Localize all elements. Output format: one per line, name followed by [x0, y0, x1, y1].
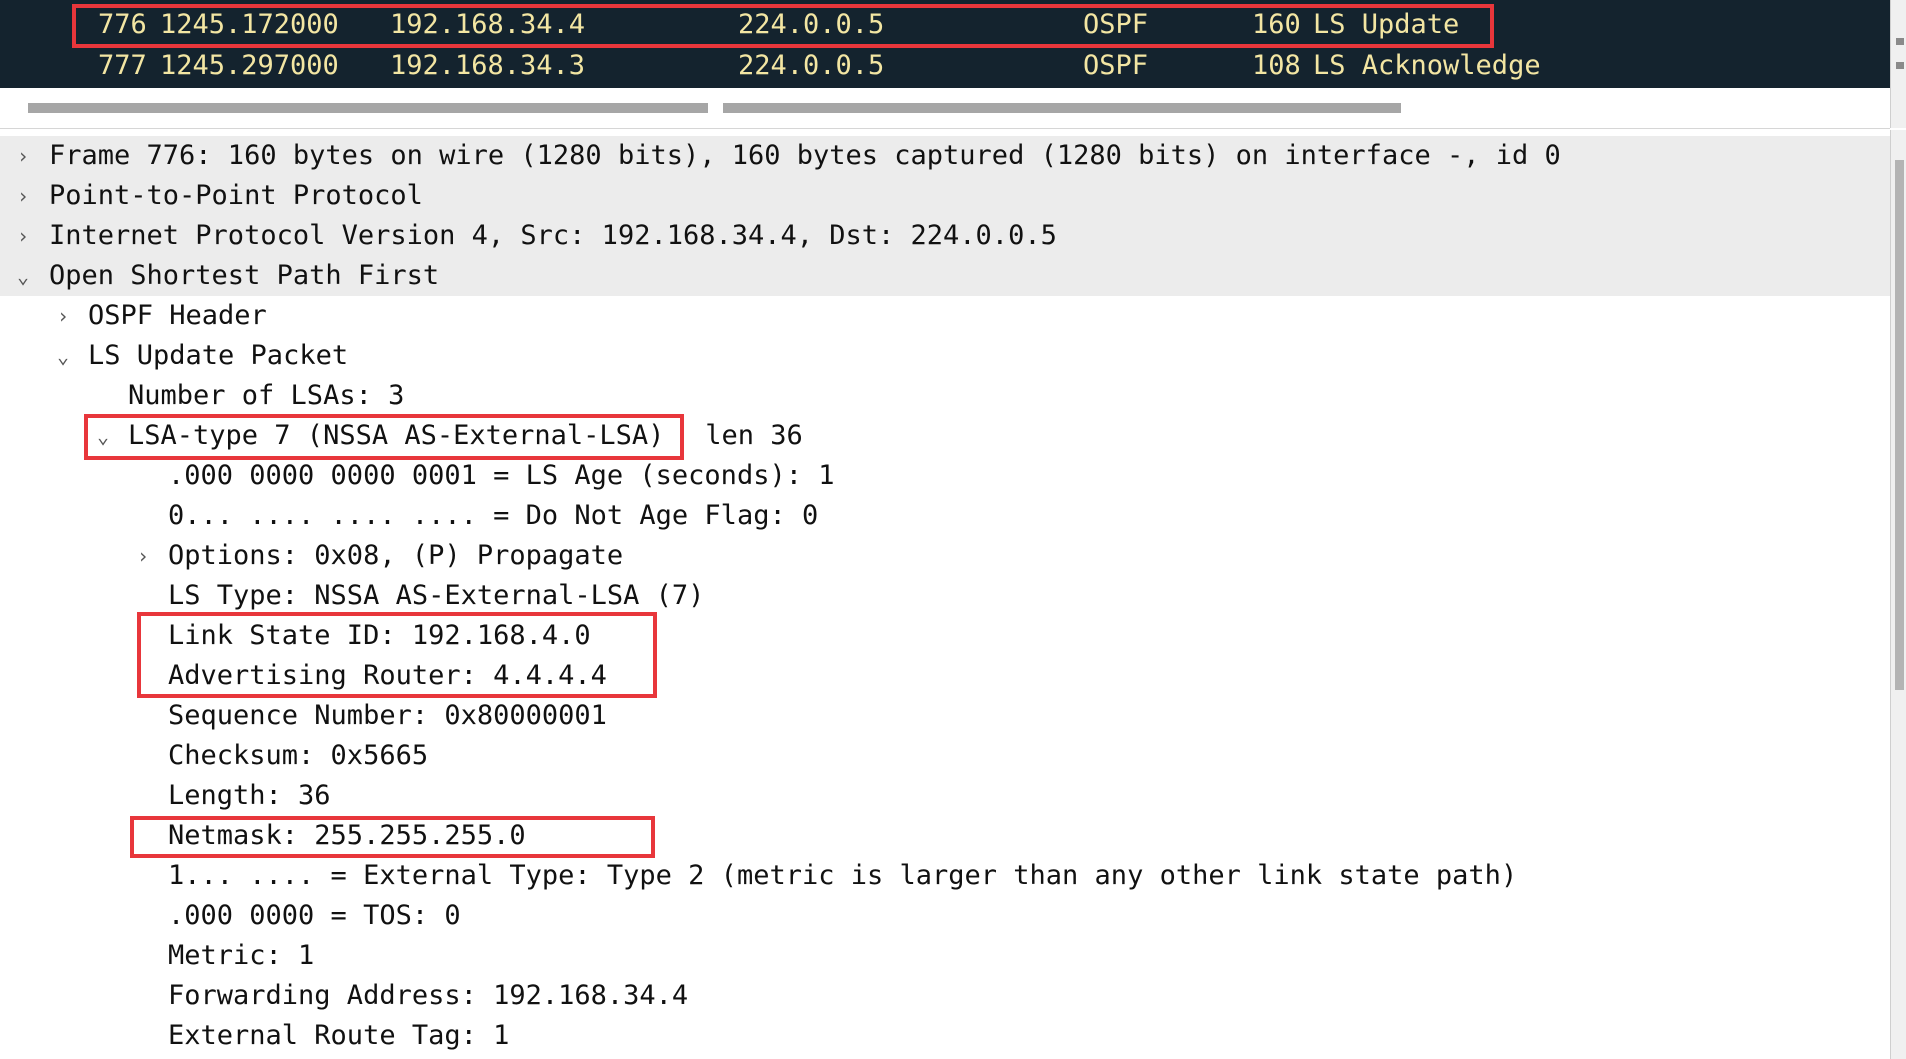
tree-item-label: Length: 36	[168, 780, 331, 811]
packet-length: 108	[1252, 50, 1301, 81]
tree-item-sequence-number[interactable]: Sequence Number: 0x80000001	[0, 696, 1890, 736]
scrollbar-thumb[interactable]	[28, 103, 708, 113]
tree-item-frame[interactable]: › Frame 776: 160 bytes on wire (1280 bit…	[0, 136, 1890, 176]
tree-item-advertising-router[interactable]: Advertising Router: 4.4.4.4	[0, 656, 1890, 696]
tree-item-label: 1... .... = External Type: Type 2 (metri…	[168, 860, 1518, 891]
tree-item-label: Netmask: 255.255.255.0	[168, 820, 526, 851]
tree-item-label: Open Shortest Path First	[49, 260, 440, 291]
scrollbar-thumb[interactable]	[723, 103, 1401, 113]
vertical-scrollbar[interactable]	[1890, 130, 1906, 1059]
tree-item-label: Checksum: 0x5665	[168, 740, 429, 771]
tree-item-number-of-lsas[interactable]: Number of LSAs: 3	[0, 376, 1890, 416]
packet-length: 160	[1252, 9, 1301, 40]
packet-destination: 224.0.0.5	[738, 50, 885, 81]
tree-item-forwarding-address[interactable]: Forwarding Address: 192.168.34.4	[0, 976, 1890, 1016]
tree-item-label: Metric: 1	[168, 940, 315, 971]
scrollbar-thumb[interactable]	[1895, 160, 1904, 690]
packet-source: 192.168.34.3	[390, 50, 586, 81]
tree-item-checksum[interactable]: Checksum: 0x5665	[0, 736, 1890, 776]
tree-item-label: LS Type: NSSA AS-External-LSA (7)	[168, 580, 705, 611]
packet-number: 777	[98, 50, 147, 81]
expand-arrow-icon[interactable]: ›	[132, 536, 154, 576]
collapse-arrow-icon[interactable]: ⌄	[52, 336, 74, 376]
packet-destination: 224.0.0.5	[738, 9, 885, 40]
tree-item-label: Advertising Router: 4.4.4.4	[168, 660, 607, 691]
tree-item-label: Point-to-Point Protocol	[49, 180, 423, 211]
tree-item-metric[interactable]: Metric: 1	[0, 936, 1890, 976]
packet-protocol: OSPF	[1083, 50, 1149, 81]
packet-time: 1245.297000	[160, 50, 339, 81]
expand-arrow-icon[interactable]: ›	[12, 176, 34, 216]
scrollbar-marker	[1896, 38, 1904, 45]
packet-info: LS Update	[1313, 9, 1460, 40]
tree-item-external-route-tag[interactable]: External Route Tag: 1	[0, 1016, 1890, 1056]
tree-item-label: .000 0000 0000 0001 = LS Age (seconds): …	[168, 460, 835, 491]
tree-item-ospf-header[interactable]: › OSPF Header	[0, 296, 1890, 336]
tree-item-do-not-age[interactable]: 0... .... .... .... = Do Not Age Flag: 0	[0, 496, 1890, 536]
tree-item-external-type[interactable]: 1... .... = External Type: Type 2 (metri…	[0, 856, 1890, 896]
tree-item-label: .000 0000 = TOS: 0	[168, 900, 461, 931]
tree-item-ls-type[interactable]: LS Type: NSSA AS-External-LSA (7)	[0, 576, 1890, 616]
tree-item-label: Forwarding Address: 192.168.34.4	[168, 980, 689, 1011]
tree-item-label: LS Update Packet	[88, 340, 349, 371]
collapse-arrow-icon[interactable]: ⌄	[12, 256, 34, 296]
tree-item-ipv4[interactable]: › Internet Protocol Version 4, Src: 192.…	[0, 216, 1890, 256]
tree-item-label: Link State ID: 192.168.4.0	[168, 620, 591, 651]
expand-arrow-icon[interactable]: ›	[52, 296, 74, 336]
packet-source: 192.168.34.4	[390, 9, 586, 40]
packet-row-777[interactable]: 777 1245.297000 192.168.34.3 224.0.0.5 O…	[0, 46, 1890, 86]
tree-item-ls-age[interactable]: .000 0000 0000 0001 = LS Age (seconds): …	[0, 456, 1890, 496]
expand-arrow-icon[interactable]: ›	[12, 136, 34, 176]
tree-item-label: Number of LSAs: 3	[128, 380, 405, 411]
expand-arrow-icon[interactable]: ›	[12, 216, 34, 256]
tree-item-label: OSPF Header	[88, 300, 267, 331]
packet-number: 776	[98, 9, 147, 40]
packet-list: 776 1245.172000 192.168.34.4 224.0.0.5 O…	[0, 0, 1906, 88]
tree-item-ppp[interactable]: › Point-to-Point Protocol	[0, 176, 1890, 216]
tree-item-link-state-id[interactable]: Link State ID: 192.168.4.0	[0, 616, 1890, 656]
tree-item-ospf[interactable]: ⌄ Open Shortest Path First	[0, 256, 1890, 296]
tree-item-ls-update-packet[interactable]: ⌄ LS Update Packet	[0, 336, 1890, 376]
tree-item-length[interactable]: Length: 36	[0, 776, 1890, 816]
packet-protocol: OSPF	[1083, 9, 1149, 40]
collapse-arrow-icon[interactable]: ⌄	[92, 416, 114, 456]
packet-row-776[interactable]: 776 1245.172000 192.168.34.4 224.0.0.5 O…	[0, 5, 1890, 45]
tree-item-label: 0... .... .... .... = Do Not Age Flag: 0	[168, 500, 819, 531]
tree-item-suffix: len 36	[689, 420, 803, 451]
horizontal-scrollbar[interactable]	[0, 88, 1890, 129]
tree-item-label: Options: 0x08, (P) Propagate	[168, 540, 624, 571]
tree-item-netmask[interactable]: Netmask: 255.255.255.0	[0, 816, 1890, 856]
scrollbar-marker	[1896, 62, 1904, 69]
vertical-scrollbar[interactable]	[1890, 0, 1906, 128]
tree-item-label: LSA-type 7 (NSSA AS-External-LSA)	[128, 420, 665, 451]
packet-time: 1245.172000	[160, 9, 339, 40]
tree-item-label: External Route Tag: 1	[168, 1020, 510, 1051]
tree-item-label: Frame 776: 160 bytes on wire (1280 bits)…	[49, 140, 1561, 171]
tree-item-label: Internet Protocol Version 4, Src: 192.16…	[49, 220, 1057, 251]
tree-item-lsa-type-7[interactable]: ⌄ LSA-type 7 (NSSA AS-External-LSA) len …	[0, 416, 1890, 456]
tree-item-options[interactable]: › Options: 0x08, (P) Propagate	[0, 536, 1890, 576]
packet-info: LS Acknowledge	[1313, 50, 1541, 81]
tree-item-tos[interactable]: .000 0000 = TOS: 0	[0, 896, 1890, 936]
packet-details-tree: › Frame 776: 160 bytes on wire (1280 bit…	[0, 136, 1890, 1056]
tree-item-label: Sequence Number: 0x80000001	[168, 700, 607, 731]
